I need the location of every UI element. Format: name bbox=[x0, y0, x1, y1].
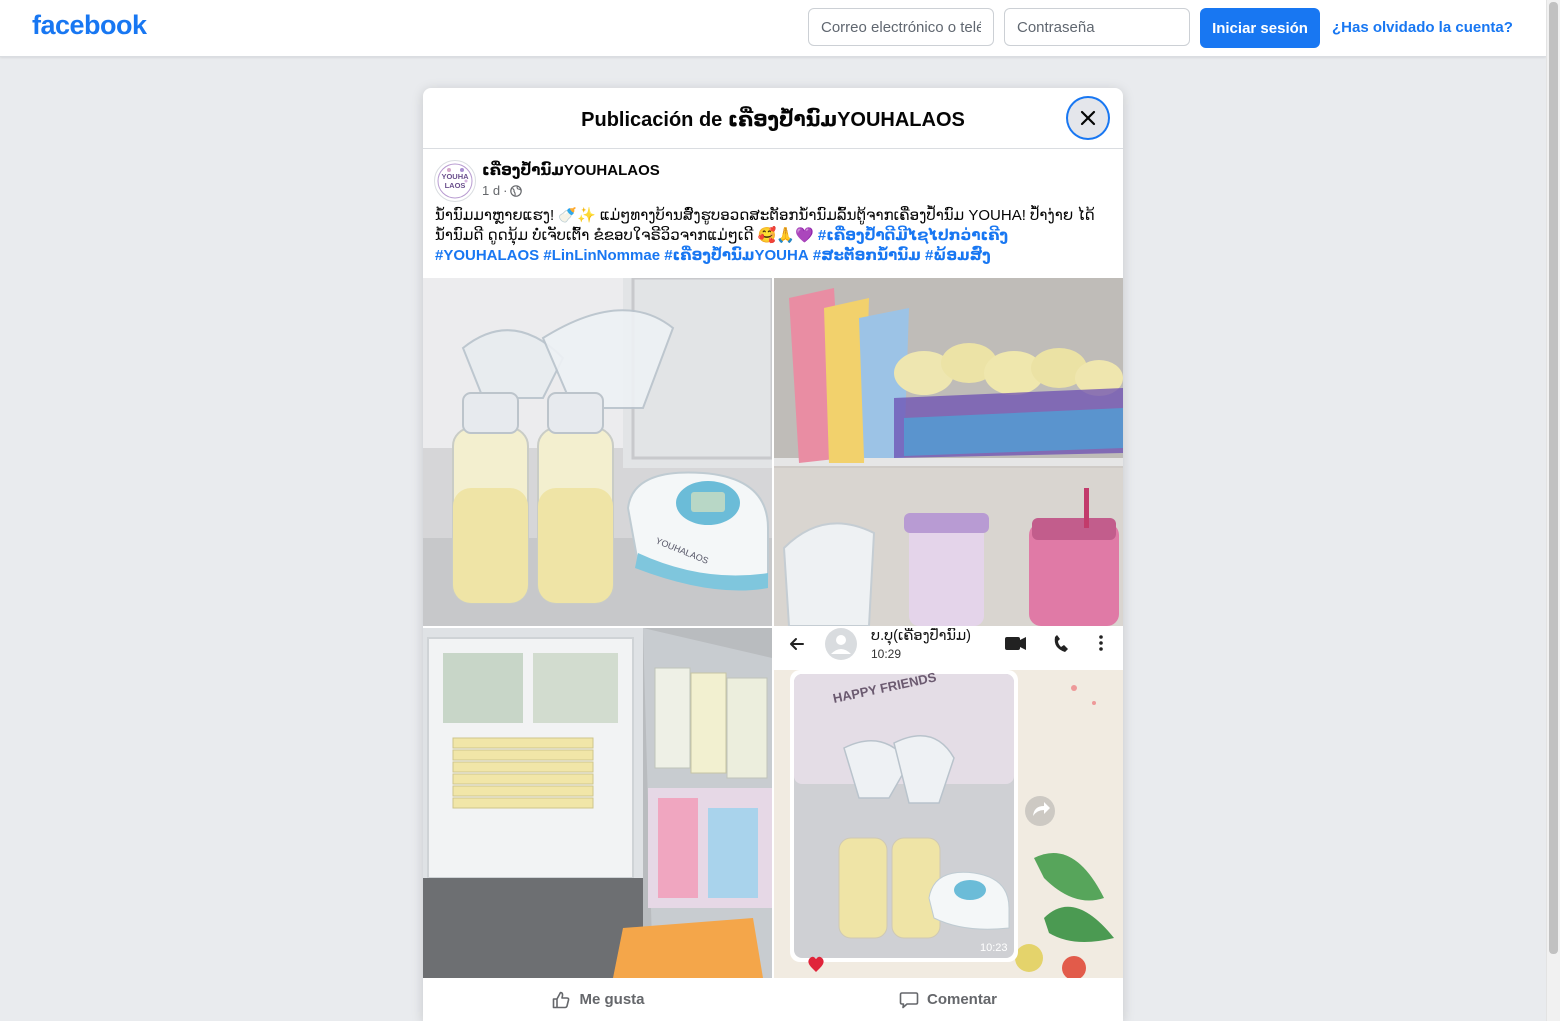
photo-freezer-stock-illustration bbox=[774, 278, 1123, 626]
chat-image-timestamp: 10:23 bbox=[980, 942, 1008, 954]
photo-chat-screenshot-illustration: 10:23 HAPPY FRIENDS bbox=[774, 628, 1123, 978]
hashtag[interactable]: #YOUHALAOS bbox=[435, 247, 539, 264]
hashtag[interactable]: #ເຄື່ອງປ້ຳດີມີໄຊໄປກວ່າເຄີງ bbox=[818, 227, 1008, 244]
meta-dot: · bbox=[503, 183, 508, 198]
globe-icon bbox=[510, 184, 523, 197]
comment-icon bbox=[899, 991, 919, 1008]
avatar-label: YOUHA LAOS bbox=[441, 172, 469, 190]
like-label: Me gusta bbox=[579, 991, 645, 1008]
page-avatar[interactable]: YOUHA LAOS bbox=[434, 160, 476, 202]
facebook-logo[interactable]: facebook bbox=[32, 10, 147, 41]
dialog-header: Publicación de ເຄື່ອງປ້ຳນົມYOUHALAOS bbox=[423, 88, 1123, 149]
password-input[interactable] bbox=[1004, 8, 1190, 46]
photo-fridge-bags-illustration bbox=[423, 628, 772, 978]
chat-header-time: 10:29 bbox=[871, 647, 902, 661]
top-bar: facebook Iniciar sesión ¿Has olvidado la… bbox=[0, 0, 1546, 57]
email-input[interactable] bbox=[808, 8, 994, 46]
post-photo-fridge[interactable] bbox=[423, 628, 772, 978]
thumbs-up-icon bbox=[553, 991, 570, 1008]
page-scrollbar[interactable] bbox=[1546, 0, 1560, 1021]
post-time[interactable]: 1 d bbox=[482, 183, 500, 198]
post-actions: Me gusta Comentar bbox=[423, 978, 1123, 1021]
login-button[interactable]: Iniciar sesión bbox=[1200, 8, 1320, 48]
comment-label: Comentar bbox=[926, 991, 997, 1008]
photo-breast-pump-illustration: YOUHALAOS bbox=[423, 278, 772, 626]
hashtag[interactable]: #ສະຕັອກນ້ຳນົມ bbox=[813, 247, 921, 264]
forgot-account-link[interactable]: ¿Has olvidado la cuenta? bbox=[1332, 19, 1513, 36]
post-author[interactable]: ເຄື່ອງປ້ຳນົມYOUHALAOS bbox=[482, 161, 660, 179]
close-icon bbox=[1080, 110, 1096, 126]
post-dialog: Publicación de ເຄື່ອງປ້ຳນົມYOUHALAOS YOU… bbox=[423, 88, 1123, 1021]
dialog-title: Publicación de ເຄື່ອງປ້ຳນົມYOUHALAOS bbox=[581, 109, 965, 131]
like-button[interactable]: Me gusta bbox=[423, 978, 773, 1021]
post-meta: 1 d · bbox=[482, 183, 523, 198]
close-button[interactable] bbox=[1068, 98, 1108, 138]
comment-button[interactable]: Comentar bbox=[773, 978, 1123, 1021]
hashtag[interactable]: #LinLinNommae bbox=[543, 247, 660, 264]
post-photo-freezer[interactable] bbox=[774, 278, 1123, 626]
scrollbar-thumb[interactable] bbox=[1549, 2, 1558, 954]
chat-contact-name: ບ.ບຸ(ເຄື່ອງປ້ຳນົມ) bbox=[871, 628, 971, 644]
post-photo-pump[interactable]: YOUHALAOS bbox=[423, 278, 772, 626]
post-photo-chat-screenshot[interactable]: 10:23 HAPPY FRIENDS ບ.ບຸ(ເຄື່ອງປ້ຳນົມ) 1… bbox=[774, 628, 1123, 978]
hashtag[interactable]: #ພ້ອມສົ່ງ bbox=[925, 247, 991, 264]
hashtag[interactable]: #ເຄື່ອງປ້ຳນົມYOUHA bbox=[664, 247, 808, 264]
post-text: ນ້ຳນົມມາຫຼາຍແຮງ! 🍼✨ ແມ່ໆທາງບ້ານສົ່ງຮູບອວ… bbox=[435, 206, 1111, 266]
